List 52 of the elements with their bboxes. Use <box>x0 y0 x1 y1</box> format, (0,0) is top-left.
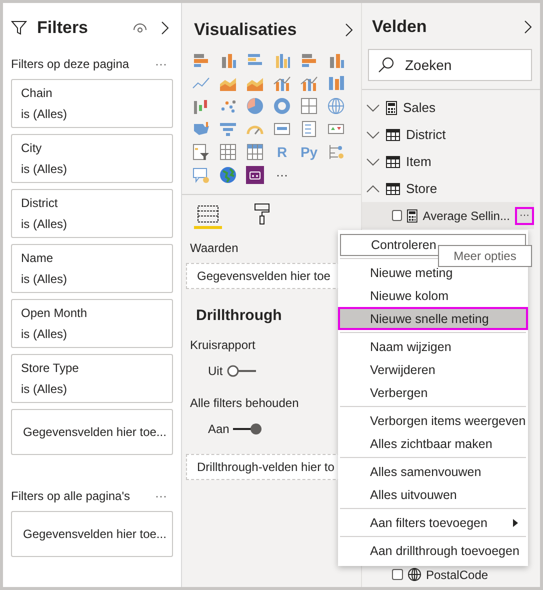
menu-item[interactable]: Aan filters toevoegen <box>340 511 526 534</box>
filter-card[interactable]: Chain is (Alles) <box>11 79 173 128</box>
filter-condition: is (Alles) <box>21 217 68 231</box>
filter-card[interactable]: Open Month is (Alles) <box>11 299 173 348</box>
field-name[interactable]: Average Sellin... <box>422 208 510 222</box>
filter-field: Open Month <box>21 306 163 320</box>
section-title: Filters op deze pagina <box>11 57 130 71</box>
filter-card[interactable]: Store Type is (Alles) <box>11 354 173 403</box>
menu-item[interactable]: Verborgen items weergeven <box>340 409 526 432</box>
filter-field: Store Type <box>21 361 163 375</box>
menu-item[interactable]: Nieuwe snelle meting <box>338 307 528 330</box>
filter-field: City <box>21 141 163 155</box>
filter-field: District <box>21 196 163 210</box>
section-title: Drillthrough <box>196 307 283 324</box>
menu-item[interactable]: Naam wijzigen <box>340 335 526 358</box>
more-options-button[interactable]: ··· <box>155 489 167 503</box>
tooltip: Meer opties <box>438 245 532 267</box>
filter-condition: is (Alles) <box>21 272 68 286</box>
menu-item[interactable]: Aan drillthrough toevoegen <box>340 539 526 562</box>
filter-card[interactable]: District is (Alles) <box>11 189 173 238</box>
table-name[interactable]: District <box>406 127 446 142</box>
filter-condition: is (Alles) <box>21 162 68 176</box>
table-name[interactable]: Item <box>406 154 432 169</box>
menu-item[interactable]: Verwijderen <box>340 358 526 381</box>
toggle-state: Aan <box>208 422 230 436</box>
filter-condition: is (Alles) <box>21 327 68 341</box>
filter-field: Chain <box>21 86 163 100</box>
menu-item[interactable]: Verbergen <box>340 381 526 404</box>
toggle-state: Uit <box>208 364 223 378</box>
filter-field: Name <box>21 251 163 265</box>
field-name[interactable]: PostalCode <box>426 568 488 582</box>
table-name[interactable]: Sales <box>403 100 436 115</box>
more-options-button[interactable]: ··· <box>514 206 534 224</box>
filter-condition: is (Alles) <box>21 107 68 121</box>
pane-title: Filters <box>37 18 88 38</box>
more-visuals-button[interactable]: ··· <box>273 166 291 184</box>
search-field[interactable]: Zoeken <box>368 49 532 81</box>
filter-card[interactable]: City is (Alles) <box>11 134 173 183</box>
filter-drop-zone[interactable]: Gegevensvelden hier toe... <box>11 409 173 455</box>
more-options-button[interactable]: ··· <box>155 57 167 71</box>
well-label: Waarden <box>190 241 240 255</box>
setting-label: Kruisrapport <box>190 338 256 352</box>
pane-title: Visualisaties <box>194 20 297 40</box>
setting-label: Alle filters behouden <box>190 396 300 410</box>
table-name[interactable]: Store <box>406 181 438 196</box>
menu-item[interactable]: Alles zichtbaar maken <box>340 432 526 455</box>
menu-item[interactable]: Alles uitvouwen <box>340 483 526 506</box>
section-title: Filters op alle pagina's <box>11 489 130 503</box>
pane-title: Velden <box>372 17 427 37</box>
filter-condition: is (Alles) <box>21 382 68 396</box>
filter-card[interactable]: Name is (Alles) <box>11 244 173 293</box>
filter-drop-zone[interactable]: Gegevensvelden hier toe... <box>11 511 173 557</box>
